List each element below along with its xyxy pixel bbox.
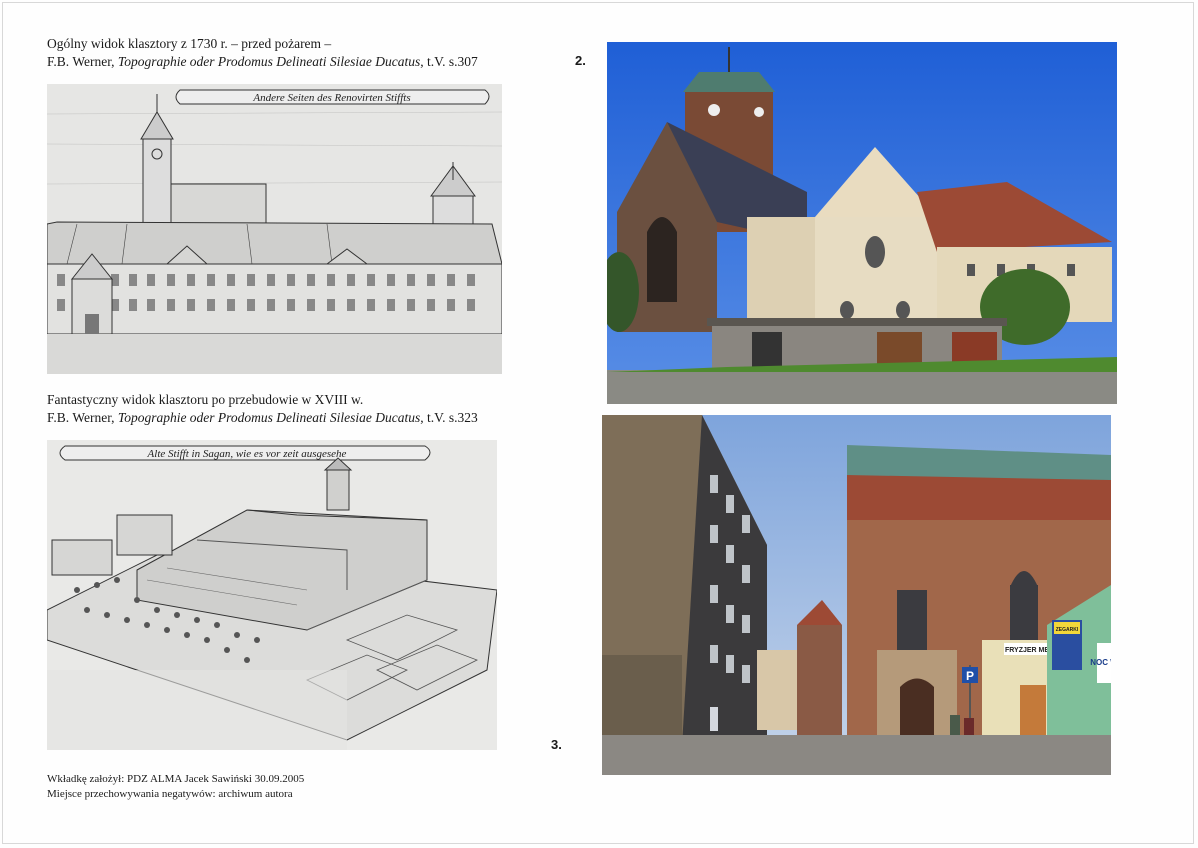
caption-line: Fantastyczny widok klasztoru po przebudo…	[47, 392, 364, 407]
parking-sign: P	[966, 669, 974, 683]
caption-work: Topographie oder Prodomus Delineati Sile…	[117, 54, 421, 69]
footer-archive-line: Miejsce przechowywania negatywów: archiw…	[47, 788, 293, 800]
kiosk-sign-text: ZEGARKI	[1056, 627, 1079, 633]
photo-number-2: 2.	[575, 53, 586, 68]
caption-author: F.B. Werner,	[47, 54, 118, 69]
caption-author: F.B. Werner,	[47, 410, 118, 425]
drawing-monastery-birdseye: Alte Stifft in Sagan, wie es vor zeit au…	[47, 440, 497, 750]
shop-sign-text: FRYZJER MĘ	[1005, 647, 1049, 654]
caption-source: F.B. Werner, Topographie oder Prodomus D…	[47, 53, 478, 71]
kiosk-right-sign-text: NOC W	[1090, 658, 1111, 667]
caption-line: Ogólny widok klasztory z 1730 r. – przed…	[47, 36, 332, 51]
caption-work: Topographie oder Prodomus Delineati Sile…	[117, 410, 421, 425]
caption-ref: , t.V. s.323	[420, 410, 478, 425]
drawing-monastery-facade: Andere Seiten des Renovirten Stiffts	[47, 84, 502, 374]
drawing-banner-2: Alte Stifft in Sagan, wie es vor zeit au…	[147, 448, 347, 460]
photo-street-view: FRYZJER MĘ ZEGARKI NOC W P	[602, 415, 1111, 775]
footer-author-line: Wkładkę założył: PDZ ALMA Jacek Sawiński…	[47, 773, 305, 785]
photo-number-3: 3.	[551, 737, 562, 752]
footer-credits: Wkładkę założył: PDZ ALMA Jacek Sawiński…	[47, 772, 304, 802]
photo-church-exterior	[607, 42, 1117, 404]
caption-drawing-2: Fantastyczny widok klasztoru po przebudo…	[47, 391, 478, 427]
caption-drawing-1: Ogólny widok klasztory z 1730 r. – przed…	[47, 35, 478, 71]
caption-source: F.B. Werner, Topographie oder Prodomus D…	[47, 409, 478, 427]
caption-ref: , t.V. s.307	[420, 54, 478, 69]
drawing-banner-1: Andere Seiten des Renovirten Stiffts	[252, 92, 410, 104]
